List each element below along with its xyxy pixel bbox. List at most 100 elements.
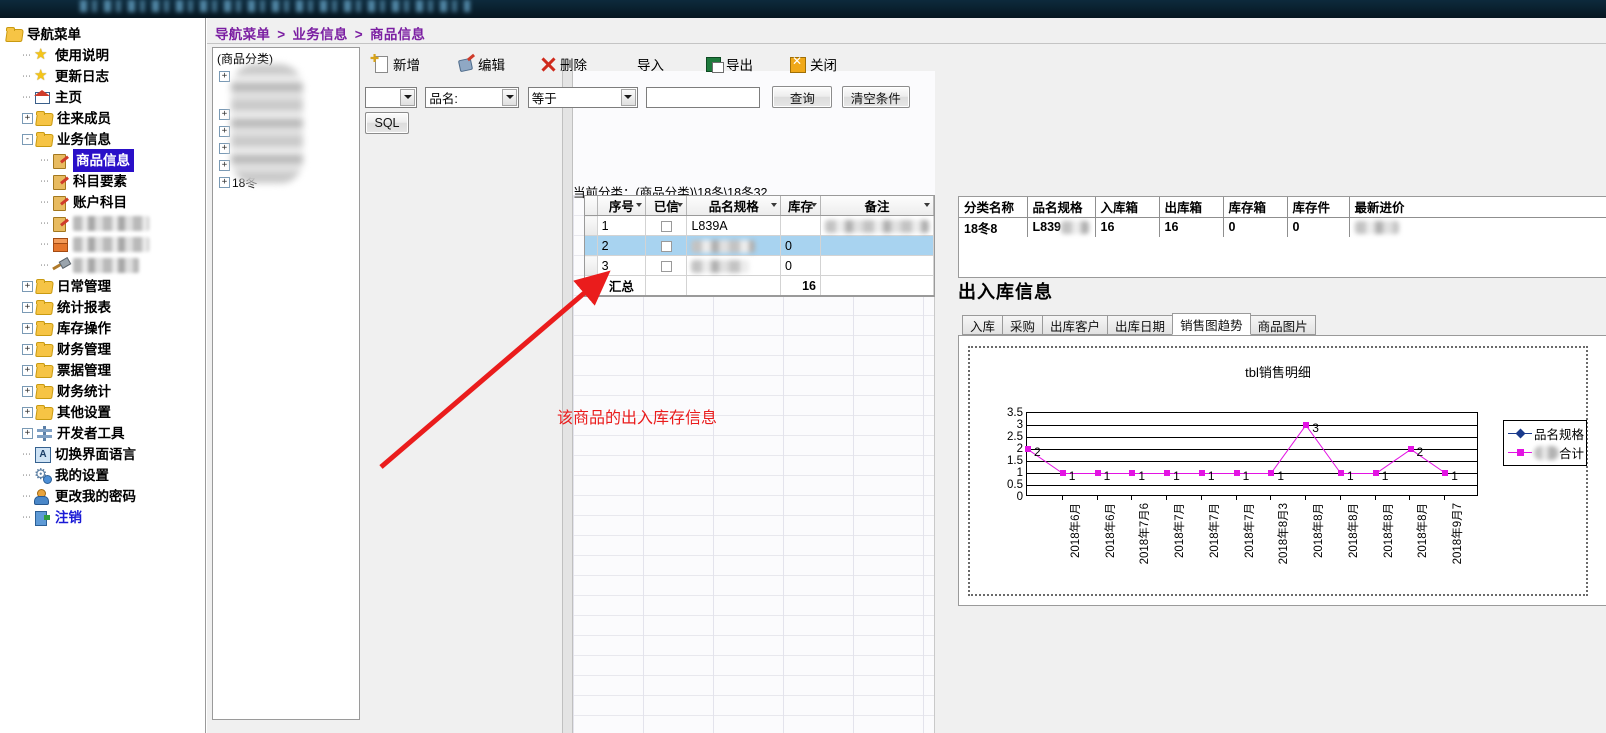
sidebar-item-主页[interactable]: ⋯ 主页 <box>6 87 205 108</box>
cell-checkbox[interactable] <box>645 235 688 256</box>
sidebar-item-商品信息[interactable]: ⋯ 商品信息 <box>6 149 205 172</box>
name-select[interactable]: 品名: <box>425 86 520 108</box>
tab-出库客户[interactable]: 出库客户 <box>1042 315 1109 335</box>
collapse-icon[interactable]: - <box>22 134 33 145</box>
tree-connector: ⋯ <box>40 155 50 165</box>
sidebar-item-账户科目[interactable]: ⋯ 账户科目 <box>6 192 205 213</box>
expand-icon[interactable]: + <box>22 113 33 124</box>
navigation-sidebar[interactable]: 导航菜单 ⋯ 使用说明 ⋯ 更新日志 ⋯ 主页 + 往来成员 - 业务信息 ⋯ 商品信息 ⋯ 科目要素 ⋯ 账… <box>0 18 206 733</box>
filter-bar[interactable]: 品名: 等于 查询 清空条件 <box>365 86 910 112</box>
sidebar-item-redacted-9[interactable]: ⋯ <box>6 234 205 255</box>
sidebar-item-更改我的密码[interactable]: ⋯ 更改我的密码 <box>6 486 205 507</box>
product-grid[interactable]: 序号 已信 品名规格 库存 备注 1 L839A 2 0 3 0 汇总 16 <box>584 195 935 297</box>
action-toolbar[interactable]: 新增 编辑 删除 导入 导出 关 <box>365 47 1602 85</box>
chevron-down-icon[interactable] <box>502 88 518 106</box>
chevron-down-icon[interactable] <box>620 88 636 106</box>
expander-icon[interactable]: + <box>219 109 230 120</box>
row-selector-cell[interactable] <box>585 235 598 256</box>
chevron-down-icon[interactable] <box>400 88 415 106</box>
breadcrumb[interactable]: 导航菜单 > 业务信息 > 商品信息 <box>215 23 425 42</box>
expand-icon[interactable]: + <box>22 428 33 439</box>
checkbox[interactable] <box>660 220 672 232</box>
sort-ascending-icon[interactable] <box>771 203 778 207</box>
sidebar-item-redacted-10[interactable]: ⋯ <box>6 255 205 276</box>
table-row[interactable]: 30 <box>585 255 934 276</box>
column-header-checked[interactable]: 已信 <box>645 196 688 216</box>
sidebar-item-切换界面语言[interactable]: ⋯ 切换界面语言 <box>6 444 205 465</box>
tab-入库[interactable]: 入库 <box>962 315 1004 335</box>
field-select[interactable] <box>365 86 417 108</box>
data-point-label: 1 <box>1381 469 1389 483</box>
delete-button[interactable]: 删除 <box>539 51 587 77</box>
expander-icon[interactable]: + <box>219 177 230 188</box>
tab-采购[interactable]: 采购 <box>1002 315 1044 335</box>
sidebar-item-开发者工具[interactable]: + 开发者工具 <box>6 423 205 444</box>
sidebar-item-redacted-8[interactable]: ⋯ <box>6 213 205 234</box>
column-header-no[interactable]: 序号 <box>597 196 647 216</box>
sidebar-item-业务信息[interactable]: - 业务信息 <box>6 129 205 150</box>
sidebar-item-其他设置[interactable]: + 其他设置 <box>6 402 205 423</box>
tab-出库日期[interactable]: 出库日期 <box>1107 315 1174 335</box>
chevron-down-icon[interactable] <box>924 203 930 207</box>
chevron-down-icon[interactable] <box>677 203 684 207</box>
checkbox[interactable] <box>660 260 672 272</box>
breadcrumb-item-0[interactable]: 导航菜单 <box>215 27 270 42</box>
query-button[interactable]: 查询 <box>772 86 833 108</box>
import-button[interactable]: 导入 <box>637 51 664 77</box>
checkbox[interactable] <box>660 240 672 252</box>
sidebar-item-票据管理[interactable]: + 票据管理 <box>6 360 205 381</box>
sidebar-item-更新日志[interactable]: ⋯ 更新日志 <box>6 66 205 87</box>
expand-icon[interactable]: + <box>22 386 33 397</box>
chevron-down-icon[interactable] <box>811 203 817 207</box>
y-axis-tick-label: 0 <box>1016 491 1023 503</box>
column-header-note[interactable]: 备注 <box>820 196 934 216</box>
category-tree[interactable]: (商品分类) + + + + + + 18冬 <box>212 47 360 720</box>
operator-select[interactable]: 等于 <box>527 86 638 108</box>
expander-icon[interactable]: + <box>219 126 230 137</box>
table-row[interactable]: 1 L839A <box>585 215 934 236</box>
column-header-spec[interactable]: 品名规格 <box>686 196 782 216</box>
table-body[interactable]: 1 L839A 2 0 3 0 汇总 16 <box>585 215 934 296</box>
tab-商品图片[interactable]: 商品图片 <box>1249 315 1316 335</box>
expander-icon[interactable]: + <box>219 71 230 82</box>
chevron-down-icon[interactable] <box>636 203 643 207</box>
expand-icon[interactable]: + <box>22 344 33 355</box>
folder-icon <box>36 363 53 378</box>
sidebar-item-使用说明[interactable]: ⋯ 使用说明 <box>6 45 205 66</box>
expand-icon[interactable]: + <box>22 407 33 418</box>
breadcrumb-item-1[interactable]: 业务信息 <box>293 27 348 42</box>
sidebar-item-财务管理[interactable]: + 财务管理 <box>6 339 205 360</box>
cell-checkbox[interactable] <box>645 255 688 276</box>
export-button[interactable]: 导出 <box>705 51 753 77</box>
expand-icon[interactable]: + <box>22 365 33 376</box>
expand-icon[interactable]: + <box>22 281 33 292</box>
sidebar-item-财务统计[interactable]: + 财务统计 <box>6 381 205 402</box>
sidebar-item-往来成员[interactable]: + 往来成员 <box>6 108 205 129</box>
expander-icon[interactable]: + <box>219 160 230 171</box>
sidebar-item-科目要素[interactable]: ⋯ 科目要素 <box>6 171 205 192</box>
tab-销售图趋势[interactable]: 销售图趋势 <box>1172 313 1251 335</box>
sidebar-item-注销[interactable]: ⋯ 注销 <box>6 507 205 528</box>
clear-conditions-button[interactable]: 清空条件 <box>841 86 910 108</box>
close-button[interactable]: 关闭 <box>789 51 837 77</box>
add-button[interactable]: 新增 <box>370 51 420 77</box>
sidebar-item-我的设置[interactable]: ⋯ 我的设置 <box>6 465 205 486</box>
sidebar-root-navigation-menu[interactable]: 导航菜单 <box>6 24 205 45</box>
sidebar-item-日常管理[interactable]: + 日常管理 <box>6 276 205 297</box>
cell-checkbox[interactable] <box>645 215 688 236</box>
filter-value-input[interactable] <box>646 86 761 108</box>
tab-strip[interactable]: 入库 采购 出库客户 出库日期 销售图趋势 商品图片 <box>962 313 1316 335</box>
sql-row[interactable]: SQL <box>365 112 409 134</box>
sidebar-item-list[interactable]: ⋯使用说明⋯更新日志⋯主页+往来成员-业务信息⋯商品信息⋯科目要素⋯账户科目⋯⋯… <box>6 45 205 528</box>
table-row[interactable]: 20 <box>585 235 934 256</box>
expander-icon[interactable]: + <box>219 143 230 154</box>
expand-icon[interactable]: + <box>22 323 33 334</box>
expand-icon[interactable]: + <box>22 302 33 313</box>
breadcrumb-item-2[interactable]: 商品信息 <box>370 27 425 42</box>
sidebar-item-统计报表[interactable]: + 统计报表 <box>6 297 205 318</box>
column-header-stock[interactable]: 库存 <box>780 196 821 216</box>
sql-button[interactable]: SQL <box>365 112 409 134</box>
row-selector-cell[interactable] <box>585 215 598 236</box>
edit-button[interactable]: 编辑 <box>457 51 505 77</box>
sidebar-item-库存操作[interactable]: + 库存操作 <box>6 318 205 339</box>
